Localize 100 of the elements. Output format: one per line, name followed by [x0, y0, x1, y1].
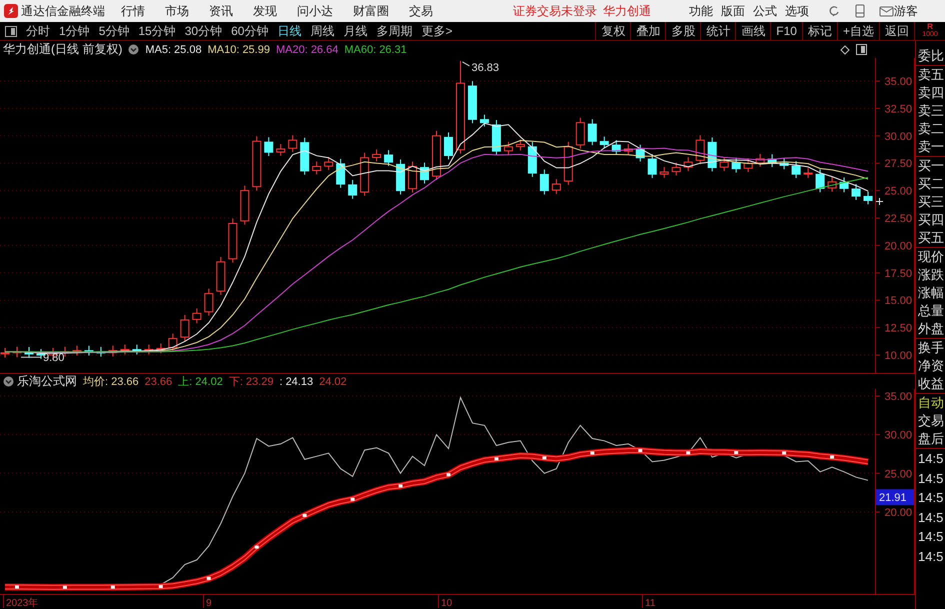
price-axis-label: 15.00 — [884, 295, 912, 308]
period-tab[interactable]: 日线 — [274, 22, 304, 40]
price-axis-label: 32.50 — [884, 103, 912, 116]
quote-label: 买一 — [917, 157, 945, 175]
date-label: 9 — [206, 598, 212, 609]
date-label: 10 — [441, 598, 452, 609]
phone-icon[interactable] — [853, 4, 867, 18]
quote-label: 买四 — [917, 211, 945, 229]
quote-label: 卖一 — [916, 138, 945, 157]
quote-label: 净资 — [917, 357, 945, 375]
quote-label: 收益 — [916, 375, 945, 394]
quote-label: 换手 — [917, 339, 945, 357]
period-tab[interactable]: 1分钟 — [56, 22, 93, 40]
period-tab[interactable]: 更多> — [418, 22, 456, 40]
price-axis-label: 10.00 — [884, 350, 912, 362]
menu-item[interactable]: 行情 — [121, 2, 145, 20]
quote-label: 现价 — [917, 248, 945, 266]
leader-line — [462, 61, 470, 66]
indicator-value: 24.02 — [319, 376, 347, 388]
period-tab[interactable]: 分时 — [23, 22, 53, 40]
diamond-icon[interactable] — [840, 44, 850, 54]
menu-item[interactable]: 交易 — [409, 2, 433, 20]
date-label: 11 — [645, 598, 656, 609]
toolbar-button[interactable]: 画线 — [735, 22, 770, 40]
price-axis-label: 35.00 — [884, 76, 912, 88]
ma-value: MA20: 26.64 — [276, 44, 338, 56]
ma-value: MA60: 26.31 — [344, 44, 407, 56]
login-notice: 证券交易未登录 — [513, 2, 597, 20]
indicator-axis-label: 35.00 — [884, 391, 912, 403]
period-tab[interactable]: 月线 — [340, 22, 370, 40]
price-axis-label: 30.00 — [884, 130, 912, 143]
menu-item[interactable]: 问小达 — [297, 2, 333, 20]
chart-title: 华力创通(日线 前复权) — [3, 41, 122, 58]
quote-label: 卖二 — [917, 120, 945, 138]
menu-item[interactable]: 财富圈 — [353, 2, 389, 20]
indicator-value: 均价: 23.66 — [83, 375, 139, 389]
panel-toggle-icon[interactable] — [856, 44, 867, 55]
trade-time: 14:5 — [917, 548, 944, 566]
quote-label: 委比 — [916, 47, 945, 66]
quote-label: 买三 — [917, 193, 945, 211]
indicator-name[interactable]: 乐淘公式网 — [17, 373, 77, 390]
trade-time: 14:5 — [917, 450, 944, 468]
indicator-value: : 24.13 — [279, 376, 314, 388]
leader-line — [20, 356, 42, 358]
quote-label: 涨幅 — [917, 284, 945, 302]
section-label: 交易 — [917, 412, 945, 430]
corner-label: R — [927, 23, 933, 31]
quote-label: 涨跌 — [917, 266, 945, 284]
quote-label: 卖五 — [917, 66, 945, 84]
app-title: 通达信金融终端 — [21, 2, 105, 20]
crosshair-icon — [876, 198, 884, 206]
dropdown-icon — [128, 44, 140, 55]
trade-time: 14:5 — [917, 489, 944, 507]
section-label: 盘后 — [916, 430, 945, 449]
trade-time: 14:5 — [917, 528, 944, 546]
quote-label: 外盘 — [916, 320, 945, 339]
period-tab[interactable]: 30分钟 — [182, 22, 226, 40]
mail-icon[interactable] — [879, 4, 894, 18]
user-label[interactable]: 游客 — [894, 2, 918, 20]
menu-item[interactable]: 资讯 — [209, 2, 233, 20]
menu-item[interactable]: 市场 — [165, 2, 189, 20]
period-tab[interactable]: 5分钟 — [96, 22, 132, 40]
stock-link[interactable]: 华力创通 — [603, 2, 651, 20]
menu-item[interactable]: 公式 — [753, 2, 777, 20]
toolbar-button[interactable]: 复权 — [595, 22, 630, 40]
quote-label: 买二 — [917, 175, 945, 193]
indicator-axis-label: 30.00 — [884, 430, 912, 442]
indicator-axis-label: 20.00 — [884, 506, 912, 519]
trade-time: 14:5 — [917, 470, 944, 488]
menu-item[interactable]: 发现 — [253, 2, 277, 20]
quote-label: 卖三 — [917, 102, 945, 120]
menu-item[interactable]: 版面 — [721, 2, 745, 20]
toolbar-button[interactable]: 叠加 — [630, 22, 666, 40]
refresh-icon[interactable] — [827, 4, 841, 18]
period-tab[interactable]: 60分钟 — [228, 22, 272, 40]
price-axis-label: 12.50 — [884, 322, 912, 335]
price-axis-label: 27.50 — [884, 158, 912, 170]
toolbar-button[interactable]: 返回 — [879, 22, 914, 40]
indicator-axis-label: 25.00 — [884, 468, 912, 480]
toolbar-button[interactable]: +自选 — [836, 22, 879, 40]
quote-label: 买五 — [916, 229, 945, 248]
toolbar-button[interactable]: F10 — [770, 22, 802, 40]
logo-icon — [4, 4, 18, 18]
price-axis-label: 22.50 — [884, 213, 912, 225]
indicator-value: 上: 24.02 — [178, 375, 223, 389]
period-tab[interactable]: 多周期 — [373, 22, 416, 40]
mode-label[interactable]: 自动 — [916, 394, 945, 412]
low-price-label: 9.80 — [42, 352, 64, 364]
toolbar-button[interactable]: 多股 — [665, 22, 700, 40]
toolbar-button[interactable]: 标记 — [802, 22, 837, 40]
ma-value: MA5: 25.08 — [145, 44, 202, 56]
quote-label: 卖四 — [917, 84, 945, 102]
period-tab[interactable]: 周线 — [307, 22, 338, 40]
quote-label: 总量 — [917, 302, 945, 320]
price-axis-label: 25.00 — [884, 186, 912, 198]
menu-item[interactable]: 选项 — [785, 2, 809, 20]
price-axis-label: 20.00 — [884, 240, 912, 252]
menu-item[interactable]: 功能 — [689, 2, 713, 20]
toolbar-button[interactable]: 统计 — [700, 22, 736, 40]
period-tab[interactable]: 15分钟 — [135, 22, 179, 40]
